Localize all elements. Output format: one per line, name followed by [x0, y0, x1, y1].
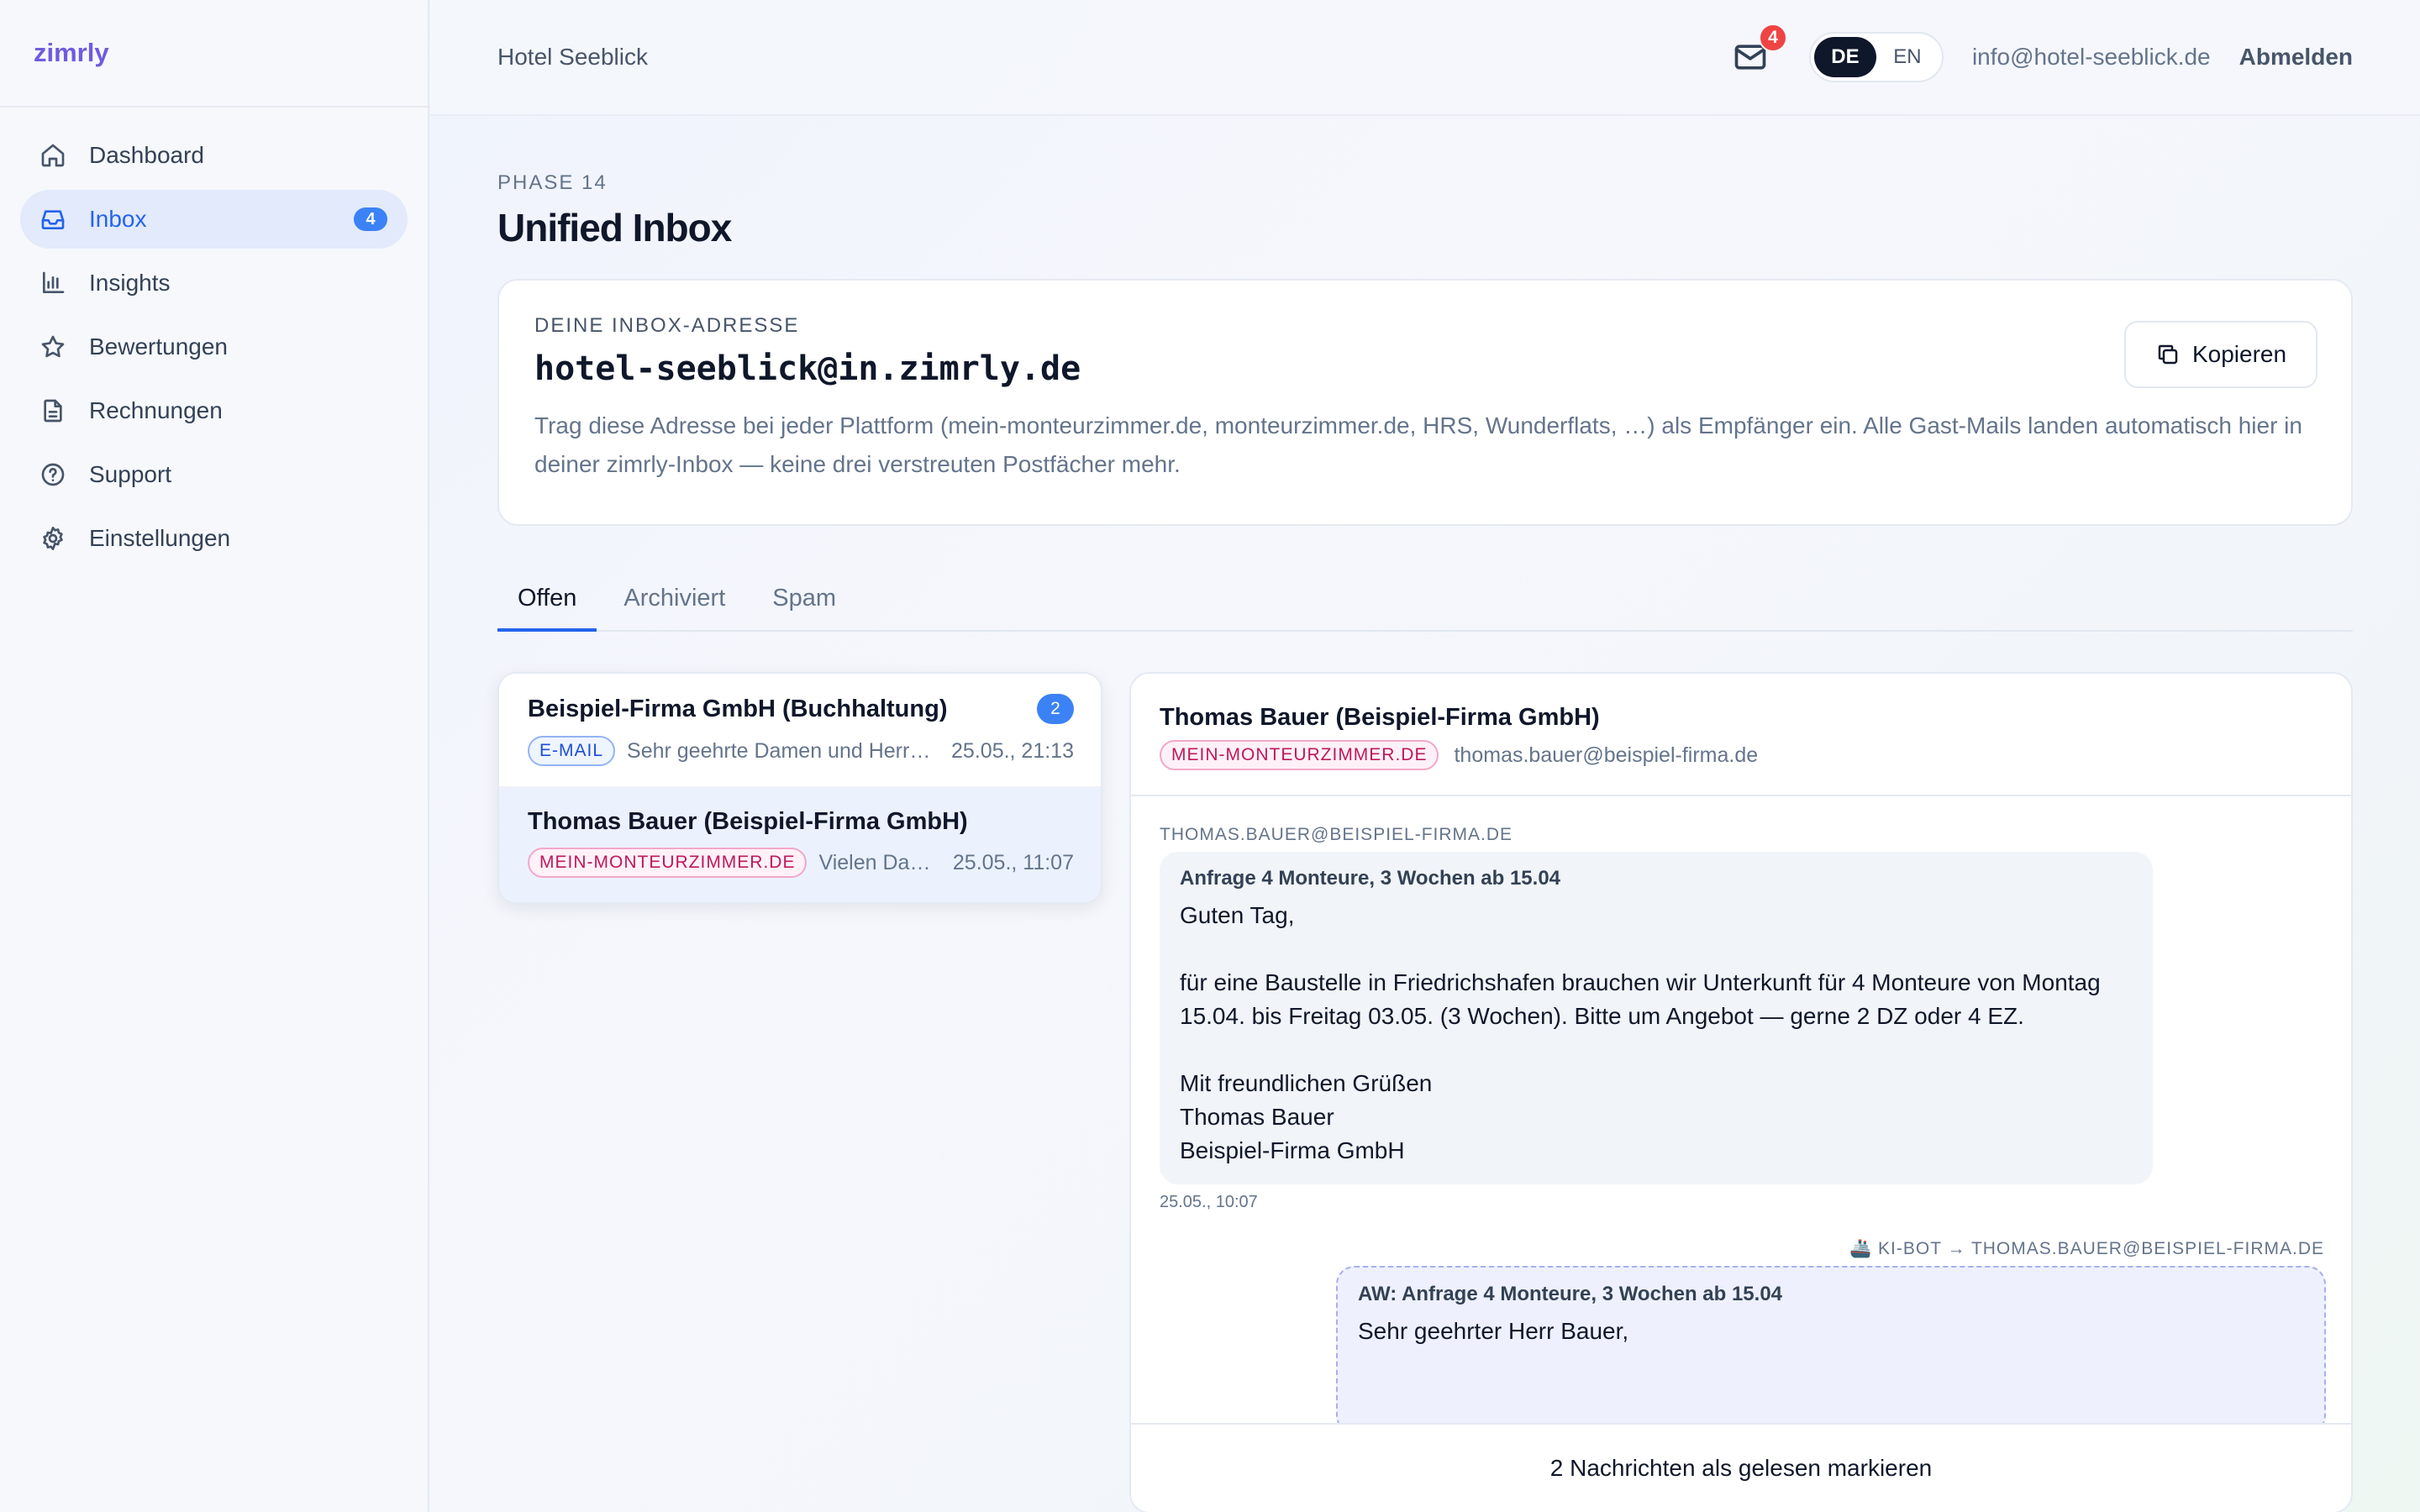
document-icon	[39, 396, 67, 425]
sidebar-item-label: Insights	[89, 270, 171, 296]
message-thread: THOMAS.BAUER@BEISPIEL-FIRMA.DE Anfrage 4…	[1131, 796, 2351, 1434]
star-icon	[39, 333, 67, 361]
mail-count-badge: 4	[1758, 24, 1787, 52]
channel-tag: MEIN-MONTEURZIMMER.DE	[528, 848, 808, 878]
sidebar-item-dashboard[interactable]: Dashboard	[20, 126, 408, 185]
detail-contact-name: Thomas Bauer (Beispiel-Firma GmbH)	[1160, 704, 1600, 731]
bar-chart-icon	[39, 269, 67, 297]
inbox-address: hotel-seeblick@in.zimrly.de	[534, 349, 1081, 388]
lang-option-de[interactable]: DE	[1813, 37, 1876, 77]
detail-channel-tag: MEIN-MONTEURZIMMER.DE	[1160, 740, 1439, 770]
mark-read-button[interactable]: 2 Nachrichten als gelesen markieren	[1131, 1423, 2351, 1512]
conversation-item[interactable]: Thomas Bauer (Beispiel-Firma GmbH) MEIN-…	[499, 788, 1101, 902]
top-bar-actions: 4 DE EN info@hotel-seeblick.de Abmelden	[1732, 24, 2353, 82]
page-title: Unified Inbox	[497, 206, 732, 249]
reply-subject: AW: Anfrage 4 Monteure, 3 Wochen ab 15.0…	[1358, 1283, 1783, 1305]
incoming-message: Anfrage 4 Monteure, 3 Wochen ab 15.04 Gu…	[1160, 852, 2153, 1184]
copy-button-label: Kopieren	[2191, 341, 2287, 367]
conversation-list: Beispiel-Firma GmbH (Buchhaltung) 2 E-MA…	[497, 672, 1102, 904]
message-sender: THOMAS.BAUER@BEISPIEL-FIRMA.DE	[1160, 825, 1513, 844]
sidebar-item-einstellungen[interactable]: Einstellungen	[20, 509, 408, 568]
conversation-date: 25.05., 21:13	[951, 738, 1074, 763]
conversation-item[interactable]: Beispiel-Firma GmbH (Buchhaltung) 2 E-MA…	[499, 674, 1101, 788]
conversation-preview: Sehr geehrte Damen und Herren, anbei erh…	[627, 738, 937, 763]
detail-contact-email: thomas.bauer@beispiel-firma.de	[1454, 743, 1759, 767]
sidebar-item-inbox[interactable]: Inbox 4	[20, 190, 408, 249]
logout-button[interactable]: Abmelden	[2239, 44, 2353, 71]
sidebar-item-label: Bewertungen	[89, 333, 229, 360]
message-subject: Anfrage 4 Monteure, 3 Wochen ab 15.04	[1180, 867, 1561, 890]
language-switcher: DE EN	[1808, 32, 1944, 82]
copy-button[interactable]: Kopieren	[2124, 321, 2317, 388]
sidebar-item-bewertungen[interactable]: Bewertungen	[20, 318, 408, 376]
sidebar-item-label: Support	[89, 461, 172, 487]
conversation-name: Beispiel-Firma GmbH (Buchhaltung)	[528, 695, 948, 722]
gear-icon	[39, 524, 67, 553]
inbox-tabs: Offen Archiviert Spam	[497, 576, 2353, 632]
conversation-preview: Vielen Dank für Ihre Anfrage	[818, 850, 937, 874]
detail-header: Thomas Bauer (Beispiel-Firma GmbH) MEIN-…	[1131, 674, 2351, 796]
inbox-address-card: DEINE INBOX-ADRESSE hotel-seeblick@in.zi…	[497, 279, 2353, 526]
home-icon	[39, 141, 67, 170]
inbox-icon	[39, 205, 67, 234]
sidebar-item-label: Rechnungen	[89, 397, 223, 423]
conversation-detail: Thomas Bauer (Beispiel-Firma GmbH) MEIN-…	[1129, 672, 2353, 1512]
tab-spam[interactable]: Spam	[752, 576, 856, 632]
sidebar: zimrly Dashboard Inbox 4 Insights Bewert…	[0, 0, 429, 1512]
tab-offen[interactable]: Offen	[497, 576, 597, 632]
conversation-name: Thomas Bauer (Beispiel-Firma GmbH)	[528, 808, 968, 835]
top-bar: Hotel Seeblick 4 DE EN info@hotel-seebli…	[430, 0, 2420, 116]
reply-sender: 🚢 KI-BOT → THOMAS.BAUER@BEISPIEL-FIRMA.D…	[1849, 1239, 2324, 1258]
mail-notification-button[interactable]: 4	[1732, 24, 1787, 76]
bot-reply-draft[interactable]: AW: Anfrage 4 Monteure, 3 Wochen ab 15.0…	[1336, 1266, 2326, 1434]
sidebar-nav: Dashboard Inbox 4 Insights Bewertungen R…	[0, 108, 428, 568]
brand-logo[interactable]: zimrly	[0, 0, 428, 108]
tab-archiviert[interactable]: Archiviert	[603, 576, 745, 632]
lang-option-en[interactable]: EN	[1876, 37, 1939, 77]
inbox-address-description: Trag diese Adresse bei jeder Plattform (…	[534, 412, 2302, 477]
inbox-address-label: DEINE INBOX-ADRESSE	[534, 314, 800, 337]
sidebar-item-label: Dashboard	[89, 142, 204, 168]
sidebar-item-rechnungen[interactable]: Rechnungen	[20, 381, 408, 440]
main-content: PHASE 14 Unified Inbox DEINE INBOX-ADRES…	[497, 116, 2353, 1512]
phase-label: PHASE 14	[497, 171, 608, 194]
help-circle-icon	[39, 460, 67, 489]
inbox-content: Beispiel-Firma GmbH (Buchhaltung) 2 E-MA…	[497, 672, 2353, 1512]
copy-icon	[2158, 344, 2178, 365]
channel-tag: E-MAIL	[528, 736, 616, 766]
reply-body: Sehr geehrter Herr Bauer,	[1358, 1318, 1629, 1344]
message-time: 25.05., 10:07	[1160, 1193, 1258, 1211]
sidebar-item-label: Einstellungen	[89, 525, 231, 551]
conversation-unread-badge: 2	[1037, 694, 1074, 724]
conversation-date: 25.05., 11:07	[952, 850, 1074, 874]
sidebar-item-support[interactable]: Support	[20, 445, 408, 504]
sidebar-item-insights[interactable]: Insights	[20, 254, 408, 312]
user-email: info@hotel-seeblick.de	[1971, 44, 2211, 70]
inbox-count-badge: 4	[354, 207, 387, 231]
sidebar-item-label: Inbox	[89, 206, 147, 232]
hotel-name: Hotel Seeblick	[497, 44, 648, 70]
message-body: Guten Tag, für eine Baustelle in Friedri…	[1180, 902, 2101, 1163]
